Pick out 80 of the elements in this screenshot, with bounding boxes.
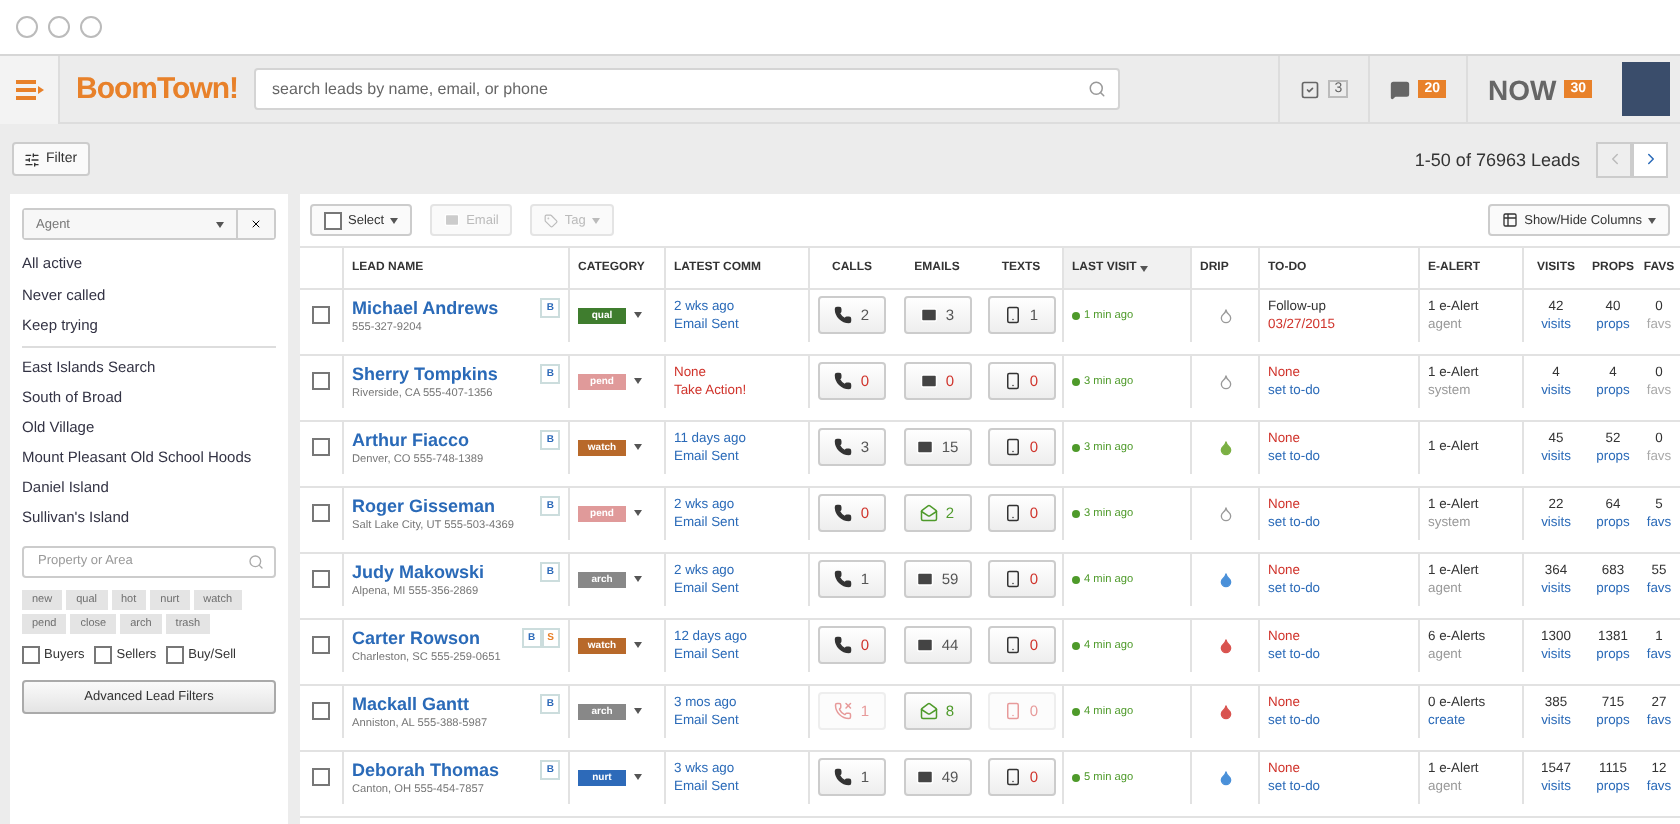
drip-drop-icon[interactable] — [1217, 769, 1233, 786]
online-dot-icon — [1072, 575, 1080, 584]
drip-drop-icon[interactable] — [1217, 307, 1233, 324]
chat-icon — [1390, 79, 1411, 99]
search-icon — [1088, 80, 1107, 98]
close-icon — [250, 218, 262, 230]
phone-message-icon — [1003, 504, 1022, 523]
lead-name-link[interactable]: Mackall Gantt — [352, 693, 470, 714]
lead-name-link[interactable]: Arthur Fiacco — [352, 429, 470, 450]
caret-icon — [390, 217, 399, 223]
open-envelope-icon — [919, 702, 938, 721]
row-checkbox[interactable] — [312, 372, 330, 391]
checkbox-icon — [1300, 79, 1321, 99]
caret-icon — [216, 221, 224, 227]
caret-icon[interactable] — [634, 444, 642, 451]
phone-message-icon — [1003, 438, 1022, 457]
caret-icon[interactable] — [634, 708, 642, 715]
lead-name-link[interactable]: Sherry Tompkins — [352, 363, 498, 384]
row-checkbox[interactable] — [312, 570, 330, 589]
now-label: NOW — [1487, 73, 1557, 105]
checkbox[interactable] — [22, 645, 40, 663]
failed-text-icon — [1003, 702, 1022, 721]
search-icon — [248, 553, 264, 569]
lead-name-link[interactable]: Roger Gisseman — [352, 495, 496, 516]
phone-icon — [834, 504, 853, 523]
online-dot-icon — [1072, 311, 1080, 320]
caret-icon — [591, 217, 600, 223]
menu-button[interactable] — [0, 55, 60, 123]
lead-name-link[interactable]: Carter Rowson — [352, 627, 481, 648]
drip-drop-icon[interactable] — [1217, 439, 1233, 456]
drip-drop-icon[interactable] — [1217, 571, 1233, 588]
lead-name-link[interactable]: Judy Makowski — [352, 561, 485, 582]
phone-message-icon — [1003, 372, 1022, 391]
checkbox[interactable] — [166, 645, 185, 663]
row-checkbox[interactable] — [312, 306, 330, 325]
online-dot-icon — [1072, 377, 1080, 386]
drip-drop-icon[interactable] — [1217, 505, 1233, 522]
tag-icon — [544, 213, 559, 227]
phone-icon — [834, 306, 853, 325]
menu-icon — [15, 79, 43, 99]
sort-caret-icon — [1140, 265, 1149, 271]
phone-message-icon — [1003, 570, 1022, 589]
online-dot-icon — [1072, 773, 1080, 782]
online-dot-icon — [1072, 509, 1080, 518]
row-checkbox[interactable] — [312, 636, 330, 655]
caret-icon[interactable] — [634, 576, 642, 583]
phone-icon — [834, 570, 853, 589]
phone-icon — [834, 768, 853, 787]
checkbox-icon — [324, 211, 342, 229]
checkbox[interactable] — [94, 645, 113, 663]
drip-drop-icon[interactable] — [1217, 703, 1233, 720]
pagination-text: 1-50 of 76963 Leads — [1414, 149, 1580, 169]
lead-name-link[interactable]: Deborah Thomas — [352, 759, 500, 780]
app-logo: BoomTown! — [76, 72, 239, 106]
lead-name-link[interactable]: Michael Andrews — [352, 297, 499, 318]
phone-message-icon — [1003, 306, 1022, 325]
phone-icon — [834, 438, 853, 457]
sliders-icon — [24, 151, 40, 167]
phone-message-icon — [1003, 636, 1022, 655]
open-envelope-icon — [919, 504, 938, 523]
online-dot-icon — [1072, 707, 1080, 716]
caret-icon[interactable] — [634, 774, 642, 781]
row-checkbox[interactable] — [312, 768, 330, 787]
drip-drop-icon[interactable] — [1217, 373, 1233, 390]
phone-icon — [834, 636, 853, 655]
missed-call-icon — [834, 702, 853, 721]
phone-icon — [834, 372, 853, 391]
phone-message-icon — [1003, 768, 1022, 787]
caret-icon — [1648, 217, 1656, 223]
caret-icon[interactable] — [634, 312, 642, 319]
caret-icon[interactable] — [634, 510, 642, 517]
drip-drop-icon[interactable] — [1217, 637, 1233, 654]
row-checkbox[interactable] — [312, 504, 330, 523]
row-checkbox[interactable] — [312, 702, 330, 721]
caret-icon[interactable] — [634, 642, 642, 649]
row-checkbox[interactable] — [312, 438, 330, 457]
caret-icon[interactable] — [634, 378, 642, 385]
online-dot-icon — [1072, 641, 1080, 650]
table-icon — [1502, 212, 1519, 228]
online-dot-icon — [1072, 443, 1080, 452]
